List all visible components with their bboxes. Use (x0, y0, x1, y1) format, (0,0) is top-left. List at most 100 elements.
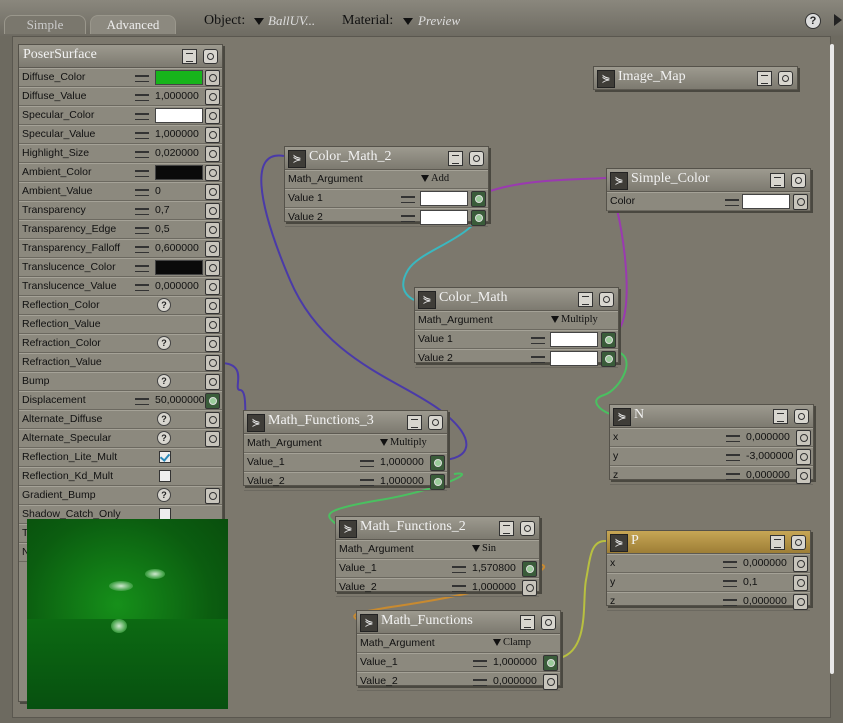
simple-color-node[interactable]: ⋟ Simple_Color Color (606, 168, 811, 211)
simple-color-header[interactable]: ⋟ Simple_Color (607, 169, 810, 192)
input-connector[interactable] (205, 260, 220, 276)
param-value[interactable]: 0,020000 (155, 145, 199, 161)
key-icon[interactable] (135, 94, 149, 101)
node-options-icon[interactable] (448, 151, 463, 166)
n-header[interactable]: ⋟ N (610, 405, 813, 428)
param-value[interactable]: 1,570800 (472, 560, 516, 576)
key-icon[interactable] (135, 113, 149, 120)
param-value[interactable]: 1,000000 (472, 579, 516, 595)
input-connector[interactable] (205, 127, 220, 143)
node-type-icon[interactable]: ⋟ (597, 70, 615, 88)
key-icon[interactable] (135, 189, 149, 196)
param-value[interactable]: 0,600000 (155, 240, 199, 256)
color-swatch[interactable] (155, 260, 203, 275)
key-icon[interactable] (360, 460, 374, 467)
input-connector[interactable] (430, 455, 445, 471)
key-icon[interactable] (473, 679, 487, 686)
node-options-icon[interactable] (182, 49, 197, 64)
input-connector[interactable] (793, 594, 808, 610)
param-value[interactable]: 1,000000 (380, 473, 424, 489)
help-icon[interactable]: ? (157, 412, 171, 426)
input-connector[interactable] (205, 89, 220, 105)
input-connector[interactable] (601, 332, 616, 348)
node-preview-icon[interactable] (791, 535, 806, 550)
input-connector[interactable] (796, 430, 811, 446)
input-connector[interactable] (471, 210, 486, 226)
key-icon[interactable] (135, 284, 149, 291)
color-math-header[interactable]: ⋟ Color_Math (415, 288, 618, 311)
param-value[interactable]: 1,000000 (155, 88, 199, 104)
node-options-icon[interactable] (578, 292, 593, 307)
input-connector[interactable] (793, 194, 808, 210)
color-swatch[interactable] (155, 70, 203, 85)
key-icon[interactable] (452, 585, 466, 592)
key-icon[interactable] (401, 196, 415, 203)
param-value[interactable]: 0,000000 (746, 467, 790, 483)
help-icon[interactable]: ? (157, 431, 171, 445)
param-value[interactable]: 0 (155, 183, 161, 199)
color-swatch[interactable] (742, 194, 790, 209)
input-connector[interactable] (205, 165, 220, 181)
node-options-icon[interactable] (770, 173, 785, 188)
node-type-icon[interactable]: ⋟ (610, 172, 628, 190)
node-type-icon[interactable]: ⋟ (339, 520, 357, 538)
color-swatch[interactable] (550, 351, 598, 366)
math-argument-select[interactable]: Clamp (493, 635, 531, 651)
node-type-icon[interactable]: ⋟ (418, 291, 436, 309)
color-swatch[interactable] (155, 165, 203, 180)
node-preview-icon[interactable] (428, 415, 443, 430)
key-icon[interactable] (401, 215, 415, 222)
param-value[interactable]: 0,7 (155, 202, 170, 218)
help-icon[interactable]: ? (157, 374, 171, 388)
param-value[interactable]: 1,000000 (493, 654, 537, 670)
param-value[interactable]: 1,000000 (380, 454, 424, 470)
node-options-icon[interactable] (499, 521, 514, 536)
input-connector[interactable] (205, 412, 220, 428)
input-connector[interactable] (543, 655, 558, 671)
input-connector[interactable] (205, 279, 220, 295)
key-icon[interactable] (531, 356, 545, 363)
math-functions-2-header[interactable]: ⋟ Math_Functions_2 (336, 517, 539, 540)
input-connector[interactable] (601, 351, 616, 367)
node-preview-icon[interactable] (469, 151, 484, 166)
node-options-icon[interactable] (407, 415, 422, 430)
param-value[interactable]: 0,1 (743, 574, 758, 590)
math-functions-header[interactable]: ⋟ Math_Functions (357, 611, 560, 634)
input-connector[interactable] (205, 222, 220, 238)
key-icon[interactable] (723, 599, 737, 606)
node-type-icon[interactable]: ⋟ (613, 408, 631, 426)
input-connector[interactable] (205, 355, 220, 371)
key-icon[interactable] (135, 151, 149, 158)
image-map-node[interactable]: ⋟ Image_Map (593, 66, 798, 90)
key-icon[interactable] (135, 132, 149, 139)
param-value[interactable]: 0,000000 (746, 429, 790, 445)
node-preview-icon[interactable] (794, 409, 809, 424)
param-value[interactable]: 1,000000 (155, 126, 199, 142)
poser-surface-header[interactable]: PoserSurface (19, 45, 222, 68)
input-connector[interactable] (205, 298, 220, 314)
math-argument-select[interactable]: Add (421, 171, 449, 187)
input-connector[interactable] (205, 336, 220, 352)
poser-surface-node[interactable]: PoserSurface Diffuse_Color Diffuse_Value 1… (18, 44, 228, 709)
p-node[interactable]: ⋟ P x 0,000000 y 0,1 z 0,000000 (606, 530, 811, 611)
key-icon[interactable] (135, 170, 149, 177)
input-connector[interactable] (205, 374, 220, 390)
key-icon[interactable] (723, 561, 737, 568)
help-icon[interactable]: ? (157, 336, 171, 350)
help-icon[interactable]: ? (157, 488, 171, 502)
math-functions-2-node[interactable]: ⋟ Math_Functions_2 Math_Argument Sin Val… (335, 516, 540, 597)
node-type-icon[interactable]: ⋟ (288, 150, 306, 168)
key-icon[interactable] (135, 246, 149, 253)
param-value[interactable]: 0,000000 (493, 673, 537, 689)
math-functions-3-header[interactable]: ⋟ Math_Functions_3 (244, 411, 447, 434)
input-connector[interactable] (205, 108, 220, 124)
math-argument-select[interactable]: Multiply (551, 312, 598, 328)
input-connector[interactable] (205, 241, 220, 257)
input-connector[interactable] (796, 449, 811, 465)
key-icon[interactable] (135, 208, 149, 215)
key-icon[interactable] (135, 398, 149, 405)
node-preview-icon[interactable] (791, 173, 806, 188)
key-icon[interactable] (726, 454, 740, 461)
input-connector[interactable] (793, 556, 808, 572)
key-icon[interactable] (726, 473, 740, 480)
